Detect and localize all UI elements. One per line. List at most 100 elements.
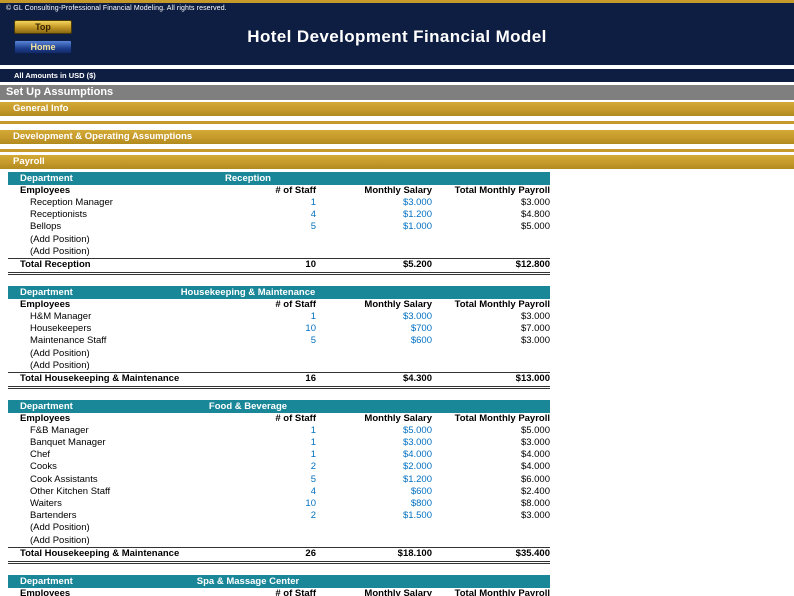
salary-cell[interactable]: $700 [316, 323, 432, 335]
table-row: Reception Manager 1 $3.000 $3.000 [8, 197, 550, 209]
salary-cell[interactable]: $1.200 [316, 209, 432, 221]
section-band-dev-operating-assumptions[interactable]: Development & Operating Assumptions [0, 130, 794, 144]
column-header-row: Employees # of Staff Monthly Salary Tota… [8, 299, 550, 311]
salary-cell[interactable]: $3.000 [316, 311, 432, 323]
total-payroll-value-cell: $2.400 [520, 485, 550, 497]
department-section: Department Reception Employees # of Staf… [8, 172, 550, 275]
salary-cell[interactable]: $1.200 [316, 474, 432, 486]
staff-count-cell[interactable] [232, 348, 316, 360]
salary-cell[interactable]: $1.000 [316, 221, 432, 233]
staff-count-cell[interactable]: 2 [232, 510, 316, 522]
employee-label-cell[interactable]: Bartenders [8, 510, 232, 522]
total-payroll-value-cell: $5.000 [520, 424, 550, 436]
table-row: Cook Assistants 5 $1.200 $6.000 [8, 474, 550, 486]
staff-count-cell[interactable]: 5 [232, 221, 316, 233]
salary-cell[interactable] [316, 348, 432, 360]
total-label: Total Housekeeping & Maintenance [20, 548, 180, 560]
staff-count-cell[interactable]: 5 [232, 335, 316, 347]
gold-divider-2 [0, 149, 794, 152]
payroll-sections: Department Reception Employees # of Staf… [0, 172, 794, 596]
salary-cell[interactable]: $3.000 [316, 437, 432, 449]
employee-label-cell[interactable]: (Add Position) [8, 234, 232, 246]
employee-label-cell[interactable]: Other Kitchen Staff [8, 486, 232, 498]
employee-label-cell[interactable]: Cook Assistants [8, 474, 232, 486]
col-monthly-salary: Monthly Salary [364, 587, 432, 596]
staff-count-cell[interactable]: 1 [232, 449, 316, 461]
salary-cell[interactable]: $3.000 [316, 197, 432, 209]
employee-label-cell[interactable]: Reception Manager [8, 197, 232, 209]
table-row: (Add Position) [8, 234, 550, 246]
staff-count-cell[interactable]: 2 [232, 461, 316, 473]
total-payroll-value-cell: $5.000 [520, 221, 550, 233]
top-button[interactable]: Top [14, 20, 72, 34]
column-header-row: Employees # of Staff Monthly Salary Tota… [8, 413, 550, 425]
staff-count-cell[interactable]: 4 [232, 209, 316, 221]
staff-count-cell[interactable]: 1 [232, 425, 316, 437]
department-header: Department Spa & Massage Center [8, 574, 550, 588]
total-payroll-value-cell [432, 246, 550, 258]
employee-label-cell[interactable]: Cooks [8, 461, 232, 473]
col-employees: Employees [20, 185, 71, 196]
department-section: Department Food & Beverage Employees # o… [8, 399, 550, 564]
total-staff-cell: 16 [305, 373, 316, 385]
total-label: Total Housekeeping & Maintenance [20, 373, 180, 385]
salary-cell[interactable] [316, 234, 432, 246]
total-row: Total Housekeeping & Maintenance 16 $4.3… [8, 371, 550, 389]
employee-label-cell[interactable]: (Add Position) [8, 535, 232, 547]
department-header: Department Reception [8, 172, 550, 185]
salary-cell[interactable]: $1.500 [316, 510, 432, 522]
amounts-note: All Amounts in USD ($) [0, 69, 794, 82]
employee-label-cell[interactable]: Banquet Manager [8, 437, 232, 449]
salary-cell[interactable]: $2.000 [316, 461, 432, 473]
col-total-monthly-payroll: Total Monthly Payroll [454, 587, 550, 596]
staff-count-cell[interactable] [232, 535, 316, 547]
section-band-payroll[interactable]: Payroll [0, 155, 794, 169]
salary-cell[interactable]: $600 [316, 335, 432, 347]
staff-count-cell[interactable] [232, 360, 316, 372]
total-payroll-value-cell [432, 234, 550, 246]
employee-label-cell[interactable]: F&B Manager [8, 425, 232, 437]
section-band-general-info[interactable]: General Info [0, 102, 794, 116]
employee-label-cell[interactable]: Waiters [8, 498, 232, 510]
table-row: Bellops 5 $1.000 $5.000 [8, 221, 550, 233]
salary-cell[interactable] [316, 360, 432, 372]
salary-cell[interactable] [316, 522, 432, 534]
col-staff: # of Staff [275, 587, 316, 596]
salary-cell[interactable] [316, 535, 432, 547]
staff-count-cell[interactable]: 10 [232, 498, 316, 510]
staff-count-cell[interactable] [232, 522, 316, 534]
salary-cell[interactable]: $4.000 [316, 449, 432, 461]
staff-count-cell[interactable]: 1 [232, 197, 316, 209]
staff-count-cell[interactable]: 1 [232, 311, 316, 323]
staff-count-cell[interactable]: 1 [232, 437, 316, 449]
staff-count-cell[interactable]: 5 [232, 474, 316, 486]
employee-label-cell[interactable]: (Add Position) [8, 360, 232, 372]
section-band-setup-assumptions[interactable]: Set Up Assumptions [0, 85, 794, 100]
staff-count-cell[interactable]: 10 [232, 323, 316, 335]
total-row: Total Housekeeping & Maintenance 26 $18.… [8, 546, 550, 564]
employee-label-cell[interactable]: Maintenance Staff [8, 335, 232, 347]
employee-label-cell[interactable]: (Add Position) [8, 348, 232, 360]
col-total-monthly-payroll: Total Monthly Payroll [454, 412, 550, 424]
total-payroll-value-cell: $4.000 [520, 461, 550, 473]
table-row: Cooks 2 $2.000 $4.000 [8, 461, 550, 473]
staff-count-cell[interactable] [232, 246, 316, 258]
employee-label-cell[interactable]: Receptionists [8, 209, 232, 221]
total-payroll-value-cell: $3.000 [520, 197, 550, 208]
staff-count-cell[interactable]: 4 [232, 486, 316, 498]
employee-label-cell[interactable]: (Add Position) [8, 522, 232, 534]
salary-cell[interactable]: $5.000 [316, 425, 432, 437]
department-rows: H&M Manager 1 $3.000 $3.000 Housekeepers… [8, 311, 550, 372]
employee-label-cell[interactable]: H&M Manager [8, 311, 232, 323]
home-button[interactable]: Home [14, 40, 72, 54]
employee-label-cell[interactable]: (Add Position) [8, 246, 232, 258]
employee-label-cell[interactable]: Bellops [8, 221, 232, 233]
col-staff: # of Staff [275, 412, 316, 424]
salary-cell[interactable]: $800 [316, 498, 432, 510]
salary-cell[interactable]: $600 [316, 486, 432, 498]
staff-count-cell[interactable] [232, 234, 316, 246]
employee-label-cell[interactable]: Housekeepers [8, 323, 232, 335]
salary-cell[interactable] [316, 246, 432, 258]
employee-label-cell[interactable]: Chef [8, 449, 232, 461]
col-total-monthly-payroll: Total Monthly Payroll [454, 185, 550, 196]
